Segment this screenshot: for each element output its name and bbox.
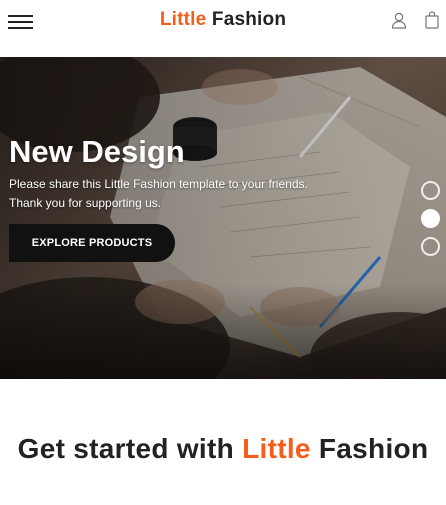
- brand-accent: Little: [159, 9, 207, 30]
- hero-bottom-gradient: [0, 284, 446, 379]
- section-title: Get started with Little Fashion: [0, 433, 446, 465]
- hero-text-line-1: Please share this Little Fashion templat…: [9, 177, 308, 191]
- explore-products-button[interactable]: EXPLORE PRODUCTS: [9, 224, 175, 262]
- section-title-prefix: Get started with: [17, 433, 235, 464]
- carousel-indicator-2[interactable]: [421, 209, 440, 228]
- brand-link[interactable]: Little Fashion: [160, 9, 286, 30]
- brand-name: Fashion: [211, 9, 287, 30]
- carousel-indicator-3[interactable]: [421, 237, 440, 256]
- hero-title: New Design: [9, 134, 185, 169]
- hero-text-line-2: Thank you for supporting us.: [9, 196, 162, 210]
- hero-text: Please share this Little Fashion templat…: [9, 175, 389, 213]
- section-title-suffix: Fashion: [318, 433, 429, 464]
- section-title-accent: Little: [242, 433, 311, 464]
- shopping-bag-icon[interactable]: [424, 11, 440, 29]
- navbar: Little Fashion: [0, 0, 446, 57]
- brand-logo[interactable]: Little Fashion: [0, 9, 446, 31]
- hero-carousel: New Design Please share this Little Fash…: [0, 57, 446, 379]
- carousel-indicator-1[interactable]: [421, 181, 440, 200]
- user-icon[interactable]: [391, 11, 407, 29]
